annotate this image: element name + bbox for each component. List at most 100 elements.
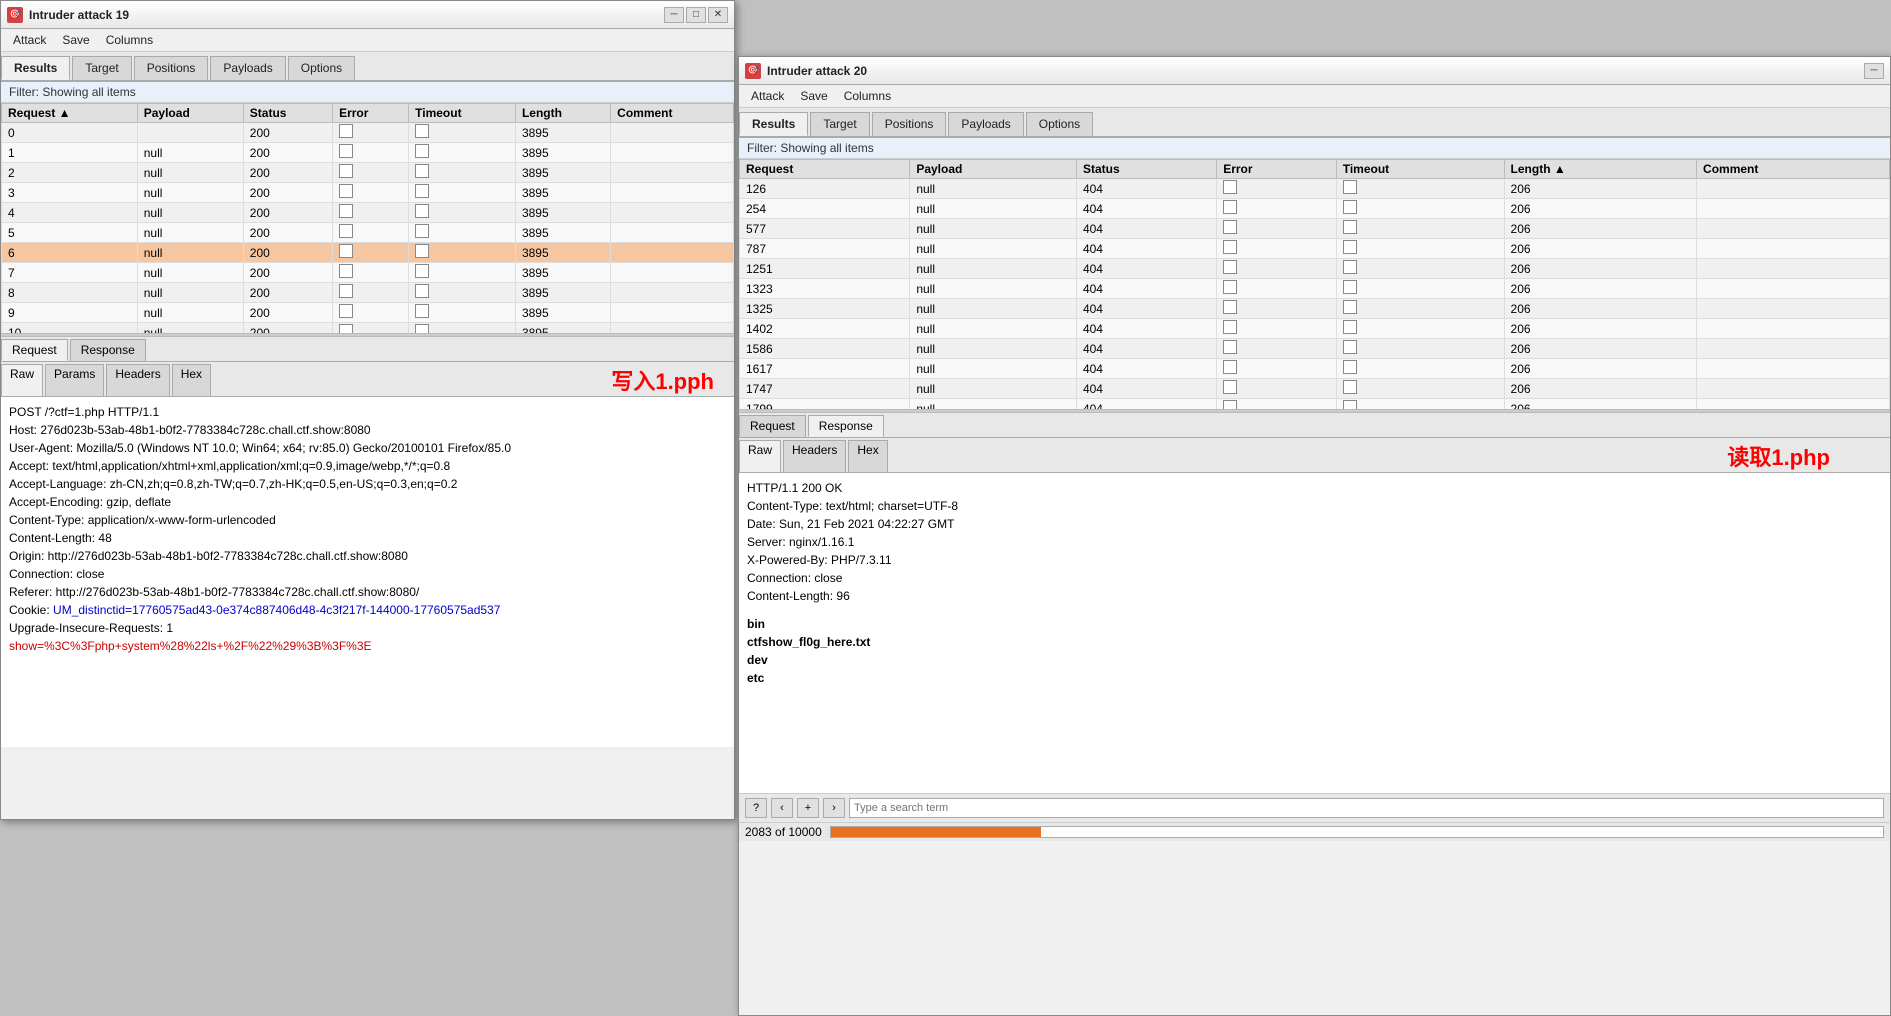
error-checkbox[interactable]	[1223, 240, 1237, 254]
table-row[interactable]: 126 null 404 206	[740, 179, 1890, 199]
table-row[interactable]: 9 null 200 3895	[2, 303, 734, 323]
content-tab-headers-2[interactable]: Headers	[783, 440, 846, 472]
error-checkbox[interactable]	[1223, 300, 1237, 314]
content-tab-raw-1[interactable]: Raw	[1, 364, 43, 396]
tab-results-2[interactable]: Results	[739, 112, 808, 136]
content-tab-hex-2[interactable]: Hex	[848, 440, 887, 472]
timeout-checkbox[interactable]	[415, 204, 429, 218]
error-checkbox[interactable]	[339, 144, 353, 158]
timeout-checkbox[interactable]	[415, 124, 429, 138]
table-row[interactable]: 6 null 200 3895	[2, 243, 734, 263]
timeout-checkbox[interactable]	[415, 244, 429, 258]
menu-columns-2[interactable]: Columns	[836, 87, 899, 105]
timeout-checkbox[interactable]	[1343, 300, 1357, 314]
timeout-checkbox[interactable]	[415, 284, 429, 298]
error-checkbox[interactable]	[339, 164, 353, 178]
response-body-2[interactable]: HTTP/1.1 200 OKContent-Type: text/html; …	[739, 473, 1890, 793]
tab-payloads-2[interactable]: Payloads	[948, 112, 1023, 136]
table-row[interactable]: 5 null 200 3895	[2, 223, 734, 243]
request-body-1[interactable]: POST /?ctf=1.php HTTP/1.1Host: 276d023b-…	[1, 397, 734, 747]
menu-save-2[interactable]: Save	[792, 87, 835, 105]
req-tab-request-2[interactable]: Request	[739, 415, 806, 437]
table-row[interactable]: 3 null 200 3895	[2, 183, 734, 203]
timeout-checkbox[interactable]	[1343, 380, 1357, 394]
timeout-checkbox[interactable]	[1343, 400, 1357, 409]
col-status-1[interactable]: Status	[243, 104, 332, 123]
timeout-checkbox[interactable]	[415, 304, 429, 318]
table-row[interactable]: 2 null 200 3895	[2, 163, 734, 183]
timeout-checkbox[interactable]	[415, 184, 429, 198]
minimize-button-1[interactable]: ─	[664, 7, 684, 23]
timeout-checkbox[interactable]	[1343, 200, 1357, 214]
error-checkbox[interactable]	[1223, 260, 1237, 274]
content-tab-params-1[interactable]: Params	[45, 364, 104, 396]
timeout-checkbox[interactable]	[415, 164, 429, 178]
tab-positions-1[interactable]: Positions	[134, 56, 209, 80]
timeout-checkbox[interactable]	[415, 144, 429, 158]
error-checkbox[interactable]	[339, 304, 353, 318]
timeout-checkbox[interactable]	[1343, 180, 1357, 194]
error-checkbox[interactable]	[1223, 340, 1237, 354]
error-checkbox[interactable]	[1223, 320, 1237, 334]
minimize-button-2[interactable]: ─	[1864, 63, 1884, 79]
error-checkbox[interactable]	[1223, 220, 1237, 234]
search-next-btn[interactable]: ›	[823, 798, 845, 818]
req-tab-request-1[interactable]: Request	[1, 339, 68, 361]
req-tab-response-2[interactable]: Response	[808, 415, 884, 437]
table-row[interactable]: 4 null 200 3895	[2, 203, 734, 223]
tab-target-2[interactable]: Target	[810, 112, 869, 136]
req-tab-response-1[interactable]: Response	[70, 339, 146, 361]
col-comment-2[interactable]: Comment	[1697, 160, 1890, 179]
timeout-checkbox[interactable]	[1343, 240, 1357, 254]
menu-columns-1[interactable]: Columns	[98, 31, 161, 49]
col-payload-1[interactable]: Payload	[137, 104, 243, 123]
error-checkbox[interactable]	[1223, 380, 1237, 394]
close-button-1[interactable]: ✕	[708, 7, 728, 23]
tab-results-1[interactable]: Results	[1, 56, 70, 80]
menu-attack-2[interactable]: Attack	[743, 87, 792, 105]
error-checkbox[interactable]	[339, 284, 353, 298]
error-checkbox[interactable]	[1223, 360, 1237, 374]
content-tab-hex-1[interactable]: Hex	[172, 364, 211, 396]
tab-positions-2[interactable]: Positions	[872, 112, 947, 136]
menu-save-1[interactable]: Save	[54, 31, 97, 49]
table-row[interactable]: 1617 null 404 206	[740, 359, 1890, 379]
col-request-2[interactable]: Request	[740, 160, 910, 179]
col-status-2[interactable]: Status	[1076, 160, 1216, 179]
error-checkbox[interactable]	[339, 124, 353, 138]
timeout-checkbox[interactable]	[1343, 260, 1357, 274]
menu-attack-1[interactable]: Attack	[5, 31, 54, 49]
maximize-button-1[interactable]: □	[686, 7, 706, 23]
error-checkbox[interactable]	[339, 224, 353, 238]
col-comment-1[interactable]: Comment	[611, 104, 734, 123]
tab-options-1[interactable]: Options	[288, 56, 355, 80]
table-row[interactable]: 787 null 404 206	[740, 239, 1890, 259]
timeout-checkbox[interactable]	[1343, 340, 1357, 354]
col-payload-2[interactable]: Payload	[910, 160, 1077, 179]
table-row[interactable]: 0 200 3895	[2, 123, 734, 143]
table-row[interactable]: 254 null 404 206	[740, 199, 1890, 219]
tab-options-2[interactable]: Options	[1026, 112, 1093, 136]
table-row[interactable]: 10 null 200 3895	[2, 323, 734, 334]
tab-target-1[interactable]: Target	[72, 56, 131, 80]
search-help-btn[interactable]: ?	[745, 798, 767, 818]
table-row[interactable]: 1251 null 404 206	[740, 259, 1890, 279]
tab-payloads-1[interactable]: Payloads	[210, 56, 285, 80]
search-input-2[interactable]	[849, 798, 1884, 818]
results-table-container-1[interactable]: Request ▲ Payload Status Error Timeout L…	[1, 103, 734, 333]
error-checkbox[interactable]	[339, 324, 353, 333]
timeout-checkbox[interactable]	[1343, 320, 1357, 334]
timeout-checkbox[interactable]	[1343, 360, 1357, 374]
table-row[interactable]: 1325 null 404 206	[740, 299, 1890, 319]
error-checkbox[interactable]	[1223, 400, 1237, 409]
content-tab-headers-1[interactable]: Headers	[106, 364, 169, 396]
table-row[interactable]: 8 null 200 3895	[2, 283, 734, 303]
col-error-1[interactable]: Error	[333, 104, 409, 123]
table-row[interactable]: 1586 null 404 206	[740, 339, 1890, 359]
timeout-checkbox[interactable]	[1343, 280, 1357, 294]
timeout-checkbox[interactable]	[415, 264, 429, 278]
table-row[interactable]: 1402 null 404 206	[740, 319, 1890, 339]
timeout-checkbox[interactable]	[1343, 220, 1357, 234]
search-next-up-btn[interactable]: +	[797, 798, 819, 818]
col-length-2[interactable]: Length ▲	[1504, 160, 1697, 179]
